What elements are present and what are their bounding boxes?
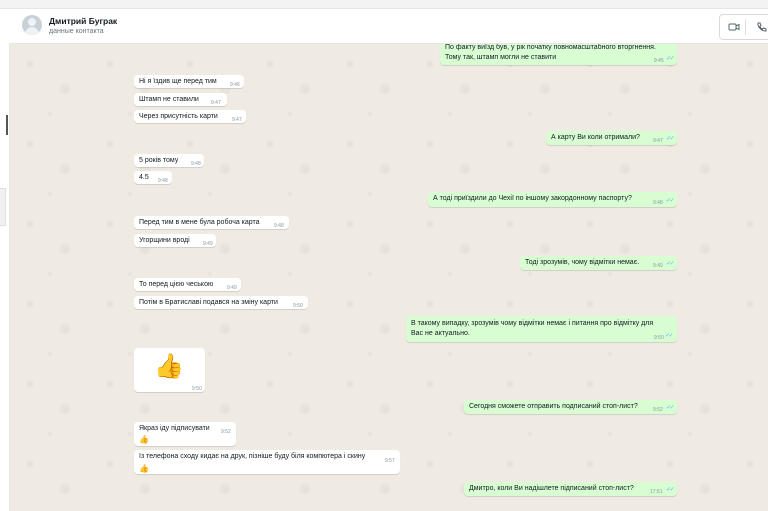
sidebar-marker — [6, 115, 8, 135]
message-text: Перед тим в мене була робоча карта — [139, 219, 260, 226]
sidebar-edge — [0, 43, 10, 511]
message-text: Потім в Братиславі подався на зміну карт… — [139, 299, 278, 306]
message-incoming[interactable]: 4.5 9:48 — [134, 171, 172, 184]
contact-info-link[interactable]: данные контакта — [49, 28, 104, 35]
message-text: Сегодня сможете отправить подписаний сто… — [469, 403, 638, 410]
message-text: А карту Ви коли отримали? — [551, 134, 640, 141]
message-outgoing[interactable]: Тоді зрозумів, чому відмітки немає. 9:49… — [520, 256, 677, 270]
message-text-line: Вас не актуально. — [411, 330, 470, 337]
message-time: 9:47 — [211, 100, 221, 106]
message-outgoing[interactable]: Сегодня сможете отправить подписаний сто… — [464, 400, 677, 414]
thumbs-up-icon: 👍 — [154, 353, 184, 380]
call-buttons-group — [719, 14, 768, 40]
double-check-icon: ✓✓ — [666, 487, 675, 493]
message-incoming[interactable]: Штамп не ставили 9:47 — [134, 93, 227, 106]
double-check-icon: ✓✓ — [666, 261, 675, 267]
message-time: 9:45 — [654, 58, 664, 64]
message-text: То перед цією чеською — [139, 281, 214, 288]
message-incoming[interactable]: Перед тим в мене була робоча карта 9:48 — [134, 216, 289, 229]
message-text: Угорщини вроді — [139, 237, 190, 244]
message-text: Із телефона сходу кидає на друк, пізніше… — [139, 453, 366, 460]
message-text: Через присутність карти — [139, 113, 218, 120]
message-time: 9:48 — [274, 223, 284, 229]
message-time: 9:46 — [230, 82, 240, 88]
message-incoming[interactable]: Ні я їздив ще перед тим 9:46 — [134, 75, 244, 88]
message-incoming[interactable]: Із телефона сходу кидає на друк, пізніше… — [134, 450, 400, 474]
message-time: 9:52 — [653, 407, 663, 413]
message-time: 9:47 — [653, 138, 663, 144]
chat-header: Дмитрий Буграк данные контакта — [8, 9, 768, 44]
message-text: А тоді приїздили до Чехії по іншому зако… — [433, 195, 632, 202]
message-text: Якраз іду підписувати — [139, 425, 210, 432]
message-outgoing[interactable]: В такому випадку, зрозумів чому відмітки… — [406, 316, 677, 342]
window-top-bar — [0, 0, 768, 9]
message-time: 9:50 — [654, 335, 664, 341]
message-incoming[interactable]: Через присутність карти 9:47 — [134, 110, 246, 123]
double-check-icon: ✓✓ — [665, 333, 674, 339]
message-time: 9:49 — [653, 263, 663, 269]
double-check-icon: ✓✓ — [666, 56, 675, 62]
message-text: Дмитро, коли Ви надішлете підписаний сто… — [469, 485, 634, 492]
message-time: 9:47 — [232, 117, 242, 123]
message-time: 9:49 — [203, 241, 213, 247]
message-time: 17:51 — [650, 489, 663, 495]
double-check-icon: ✓✓ — [666, 198, 675, 204]
message-outgoing[interactable]: А карту Ви коли отримали? 9:47 ✓✓ — [546, 131, 677, 145]
message-time: 9:49 — [227, 285, 237, 291]
message-outgoing[interactable]: А тоді приїздили до Чехії по іншому зако… — [428, 192, 677, 207]
sticker-message[interactable]: 👍 9:50 — [134, 348, 205, 392]
message-text: 4.5 — [139, 174, 149, 181]
message-text: Тоді зрозумів, чому відмітки немає. — [525, 259, 640, 266]
message-text: Ні я їздив ще перед тим — [139, 78, 217, 85]
message-time: 9:48 — [653, 200, 663, 206]
sidebar-collapse-tab[interactable] — [0, 188, 6, 226]
thumbs-up-icon: 👍 — [139, 464, 149, 473]
voice-call-icon[interactable] — [752, 19, 768, 35]
message-incoming[interactable]: Якраз іду підписувати 9:52 👍 — [134, 422, 236, 446]
contact-name[interactable]: Дмитрий Буграк — [49, 16, 117, 26]
message-text-line: Тому так, штамп могли не ставити — [445, 54, 557, 61]
message-incoming[interactable]: Потім в Братиславі подався на зміну карт… — [134, 296, 308, 309]
message-text: Штамп не ставили — [139, 96, 199, 103]
message-incoming[interactable]: То перед цією чеською 9:49 — [134, 278, 241, 291]
message-incoming[interactable]: 5 років тому 9:48 — [134, 154, 204, 167]
message-incoming[interactable]: Угорщини вроді 9:49 — [134, 234, 216, 247]
message-outgoing[interactable]: По факту виїзд був, у рік початку повном… — [440, 44, 677, 65]
video-call-icon[interactable] — [725, 19, 743, 35]
message-time: 9:50 — [192, 386, 202, 392]
double-check-icon: ✓✓ — [666, 405, 675, 411]
message-time: 9:48 — [158, 178, 168, 184]
message-time: 9:57 — [385, 458, 395, 464]
message-time: 9:50 — [293, 303, 303, 309]
message-list[interactable]: По факту виїзд був, у рік початку повном… — [10, 44, 768, 511]
message-time: 9:52 — [221, 429, 231, 435]
message-text: 5 років тому — [139, 157, 179, 164]
message-outgoing[interactable]: Дмитро, коли Ви надішлете підписаний сто… — [464, 482, 677, 496]
double-check-icon: ✓✓ — [666, 136, 675, 142]
message-time: 9:48 — [191, 161, 201, 167]
thumbs-up-icon: 👍 — [139, 435, 149, 444]
contact-avatar[interactable] — [22, 15, 42, 35]
